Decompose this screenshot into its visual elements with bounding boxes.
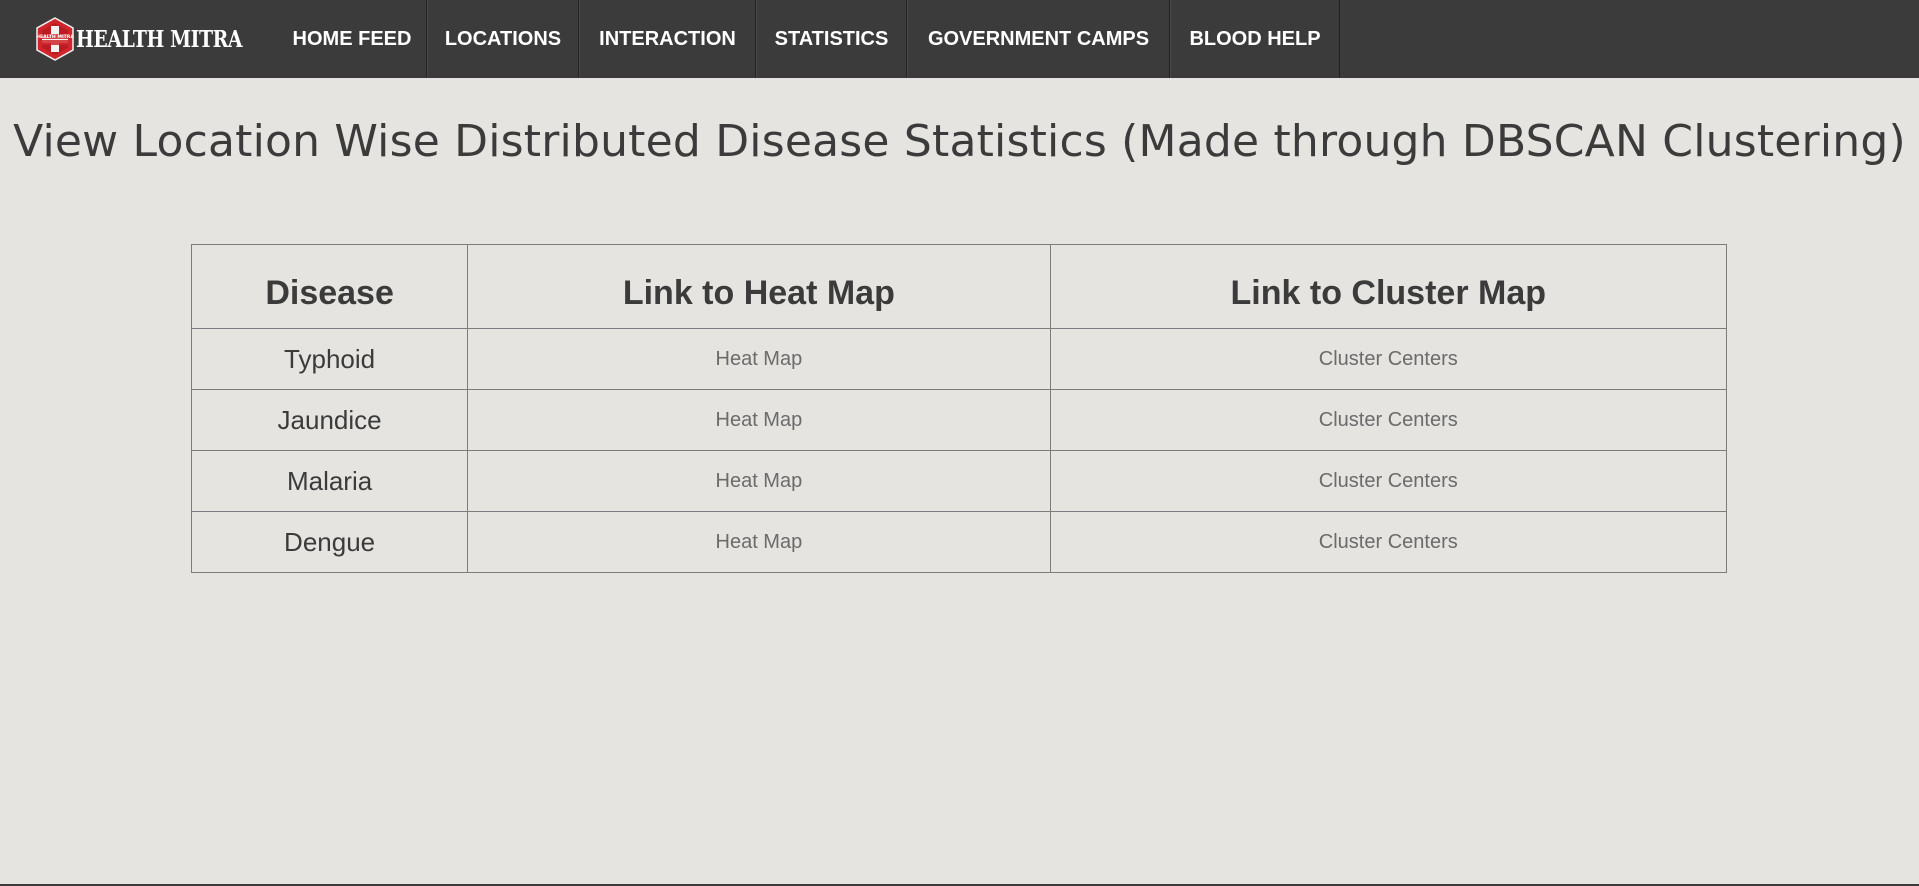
heat-map-link[interactable]: Heat Map	[467, 450, 1051, 512]
cluster-centers-link[interactable]: Cluster Centers	[1049, 389, 1728, 451]
cluster-centers-link[interactable]: Cluster Centers	[1049, 511, 1728, 573]
top-navbar: HEALTH MITRA HEALTH MITRA HOME FEED LOCAT…	[0, 0, 1919, 78]
nav-item-blood-help[interactable]: BLOOD HELP	[1170, 0, 1340, 78]
table-row: Malaria Heat Map Cluster Centers	[190, 450, 1728, 512]
heat-map-link[interactable]: Heat Map	[467, 389, 1051, 451]
table-row: Typhoid Heat Map Cluster Centers	[190, 328, 1728, 390]
brand-logo[interactable]: HEALTH MITRA HEALTH MITRA	[35, 17, 252, 61]
disease-name: Jaundice	[190, 389, 469, 451]
brand-name: HEALTH MITRA	[76, 25, 243, 53]
cluster-centers-link[interactable]: Cluster Centers	[1049, 450, 1728, 512]
table-row: Dengue Heat Map Cluster Centers	[190, 511, 1728, 573]
nav-item-government-camps[interactable]: GOVERNMENT CAMPS	[907, 0, 1170, 78]
heat-map-link[interactable]: Heat Map	[467, 328, 1051, 390]
emblem-text-top: HEALTH MITRA	[37, 34, 75, 40]
page-title: View Location Wise Distributed Disease S…	[13, 116, 1906, 167]
table-header-row: Disease Link to Heat Map Link to Cluster…	[190, 244, 1728, 329]
header-heat-map: Link to Heat Map	[467, 244, 1051, 329]
nav-item-statistics[interactable]: STATISTICS	[756, 0, 907, 78]
header-cluster-map: Link to Cluster Map	[1049, 244, 1728, 329]
disease-name: Dengue	[190, 511, 469, 573]
brand[interactable]: HEALTH MITRA HEALTH MITRA	[0, 0, 278, 78]
nav-item-home-feed[interactable]: HOME FEED	[278, 0, 427, 78]
cluster-centers-link[interactable]: Cluster Centers	[1049, 328, 1728, 390]
table-row: Jaundice Heat Map Cluster Centers	[190, 389, 1728, 451]
disease-name: Malaria	[190, 450, 469, 512]
nav-item-locations[interactable]: LOCATIONS	[427, 0, 579, 78]
heat-map-link[interactable]: Heat Map	[467, 511, 1051, 573]
nav-item-interaction[interactable]: INTERACTION	[579, 0, 756, 78]
disease-name: Typhoid	[190, 328, 469, 390]
health-mitra-emblem-icon: HEALTH MITRA	[37, 17, 75, 61]
disease-statistics-table: Disease Link to Heat Map Link to Cluster…	[190, 244, 1728, 573]
header-disease: Disease	[190, 244, 469, 329]
